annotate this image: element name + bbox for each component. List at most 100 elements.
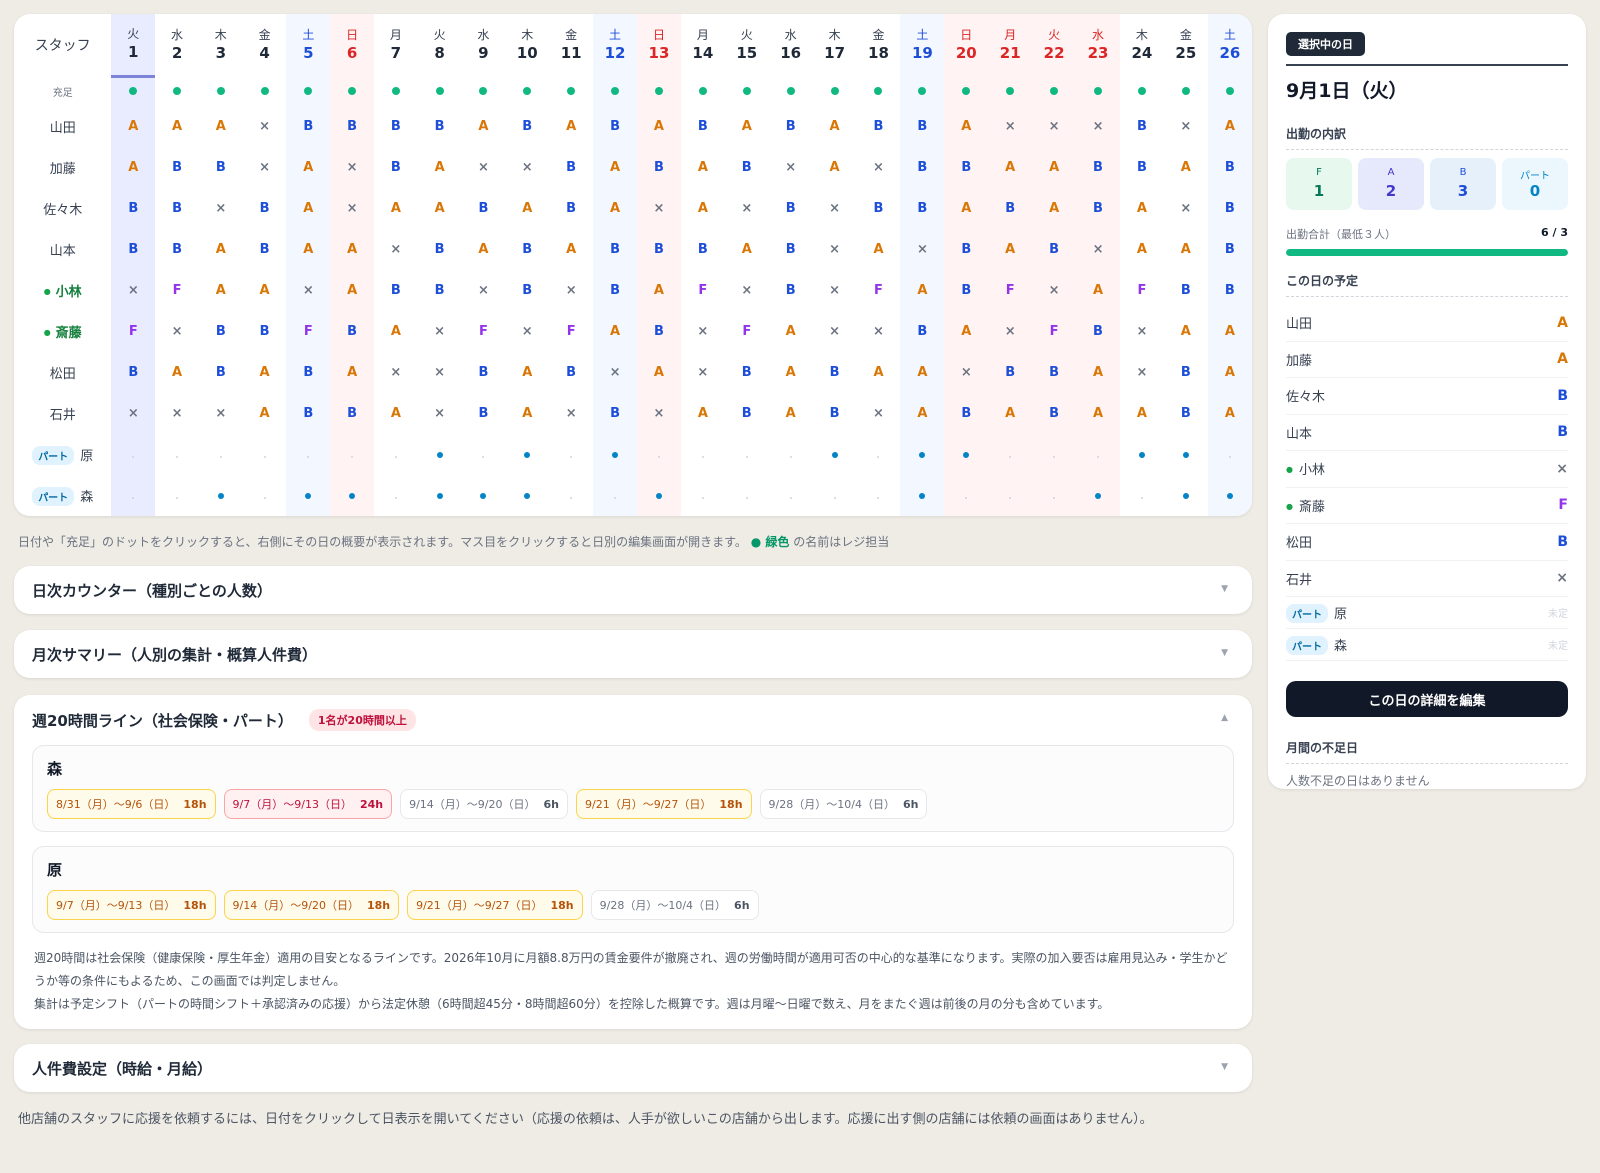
shift-cell[interactable]: A <box>1164 147 1208 188</box>
shift-cell[interactable]: B <box>681 229 725 270</box>
shift-cell[interactable]: B <box>900 188 945 229</box>
day-header-25[interactable]: 金 25 <box>1164 14 1208 76</box>
shift-cell[interactable]: A <box>243 270 287 311</box>
part-cell[interactable] <box>330 475 374 516</box>
shift-cell[interactable]: × <box>418 393 462 434</box>
shift-cell[interactable]: A <box>681 188 725 229</box>
fulfillment-dot[interactable] <box>1120 76 1164 106</box>
day-header-11[interactable]: 金 11 <box>549 14 593 76</box>
shift-cell[interactable]: A <box>549 106 593 147</box>
day-header-6[interactable]: 日6 <box>330 14 374 76</box>
shift-cell[interactable]: B <box>1164 352 1208 393</box>
shift-cell[interactable]: A <box>286 188 331 229</box>
shift-cell[interactable]: B <box>769 106 813 147</box>
shift-cell[interactable]: F <box>1032 311 1077 352</box>
part-cell[interactable] <box>111 475 156 516</box>
day-header-14[interactable]: 月 14 <box>681 14 725 76</box>
shift-cell[interactable]: B <box>725 393 769 434</box>
shift-cell[interactable]: B <box>462 393 506 434</box>
fulfillment-dot[interactable] <box>637 76 681 106</box>
day-header-26[interactable]: 土 26 <box>1207 14 1252 76</box>
part-cell[interactable] <box>637 475 681 516</box>
shift-cell[interactable]: B <box>944 147 989 188</box>
shift-cell[interactable]: B <box>725 352 769 393</box>
edit-day-button[interactable]: この日の詳細を編集 <box>1286 681 1568 717</box>
shift-cell[interactable]: A <box>199 106 243 147</box>
fulfillment-dot[interactable] <box>199 76 243 106</box>
shift-cell[interactable]: × <box>725 270 769 311</box>
part-cell[interactable] <box>462 434 506 475</box>
part-cell[interactable] <box>1032 475 1077 516</box>
shift-cell[interactable]: B <box>769 188 813 229</box>
shift-cell[interactable]: × <box>111 270 156 311</box>
shift-cell[interactable]: B <box>1120 147 1164 188</box>
shift-cell[interactable]: A <box>1207 311 1252 352</box>
shift-cell[interactable]: × <box>243 147 287 188</box>
shift-cell[interactable]: A <box>111 106 156 147</box>
shift-cell[interactable]: B <box>681 106 725 147</box>
shift-cell[interactable]: B <box>111 188 156 229</box>
shift-cell[interactable]: A <box>593 147 637 188</box>
shift-cell[interactable]: B <box>199 352 243 393</box>
shift-cell[interactable]: × <box>374 352 418 393</box>
fulfillment-dot[interactable] <box>286 76 331 106</box>
part-cell[interactable] <box>505 434 549 475</box>
day-header-23[interactable]: 水 23 <box>1076 14 1120 76</box>
shift-cell[interactable]: A <box>374 311 418 352</box>
shift-cell[interactable]: × <box>857 147 901 188</box>
shift-cell[interactable]: A <box>813 147 857 188</box>
shift-cell[interactable]: A <box>1120 393 1164 434</box>
shift-cell[interactable]: B <box>813 393 857 434</box>
day-header-15[interactable]: 火 15 <box>725 14 769 76</box>
shift-cell[interactable]: A <box>813 106 857 147</box>
day-header-2[interactable]: 水2 <box>155 14 199 76</box>
shift-cell[interactable]: B <box>111 352 156 393</box>
part-cell[interactable] <box>813 475 857 516</box>
shift-cell[interactable]: B <box>637 229 681 270</box>
part-cell[interactable] <box>1164 475 1208 516</box>
shift-cell[interactable]: B <box>944 393 989 434</box>
shift-cell[interactable]: A <box>418 147 462 188</box>
shift-cell[interactable]: A <box>505 188 549 229</box>
shift-cell[interactable]: A <box>111 147 156 188</box>
shift-cell[interactable]: A <box>243 352 287 393</box>
day-header-24[interactable]: 木 24 <box>1120 14 1164 76</box>
shift-cell[interactable]: B <box>1032 393 1077 434</box>
part-cell[interactable] <box>944 475 989 516</box>
part-cell[interactable] <box>243 475 287 516</box>
shift-cell[interactable]: A <box>1207 352 1252 393</box>
shift-cell[interactable]: B <box>1076 147 1120 188</box>
shift-cell[interactable]: F <box>155 270 199 311</box>
shift-cell[interactable]: × <box>900 229 945 270</box>
shift-cell[interactable]: A <box>1164 311 1208 352</box>
shift-cell[interactable]: B <box>505 106 549 147</box>
shift-cell[interactable]: A <box>593 188 637 229</box>
shift-cell[interactable]: B <box>374 147 418 188</box>
part-cell[interactable] <box>549 475 593 516</box>
shift-cell[interactable]: B <box>769 270 813 311</box>
day-header-3[interactable]: 木3 <box>199 14 243 76</box>
shift-cell[interactable]: × <box>813 270 857 311</box>
part-cell[interactable] <box>681 475 725 516</box>
fulfillment-dot[interactable] <box>944 76 989 106</box>
shift-cell[interactable]: B <box>462 352 506 393</box>
shift-cell[interactable]: B <box>505 270 549 311</box>
shift-cell[interactable]: × <box>988 106 1033 147</box>
shift-cell[interactable]: A <box>1120 229 1164 270</box>
shift-cell[interactable]: A <box>1076 270 1120 311</box>
shift-cell[interactable]: × <box>286 270 331 311</box>
fulfillment-dot[interactable] <box>813 76 857 106</box>
shift-cell[interactable]: × <box>593 352 637 393</box>
fulfillment-dot[interactable] <box>593 76 637 106</box>
part-cell[interactable] <box>243 434 287 475</box>
shift-cell[interactable]: B <box>1032 352 1077 393</box>
shift-cell[interactable]: A <box>681 393 725 434</box>
shift-cell[interactable]: B <box>769 229 813 270</box>
shift-cell[interactable]: × <box>1032 270 1077 311</box>
shift-cell[interactable]: A <box>286 147 331 188</box>
shift-cell[interactable]: A <box>769 352 813 393</box>
shift-cell[interactable]: × <box>505 311 549 352</box>
day-header-1[interactable]: 火1 <box>111 14 156 78</box>
part-cell[interactable] <box>813 434 857 475</box>
shift-cell[interactable]: A <box>900 352 945 393</box>
